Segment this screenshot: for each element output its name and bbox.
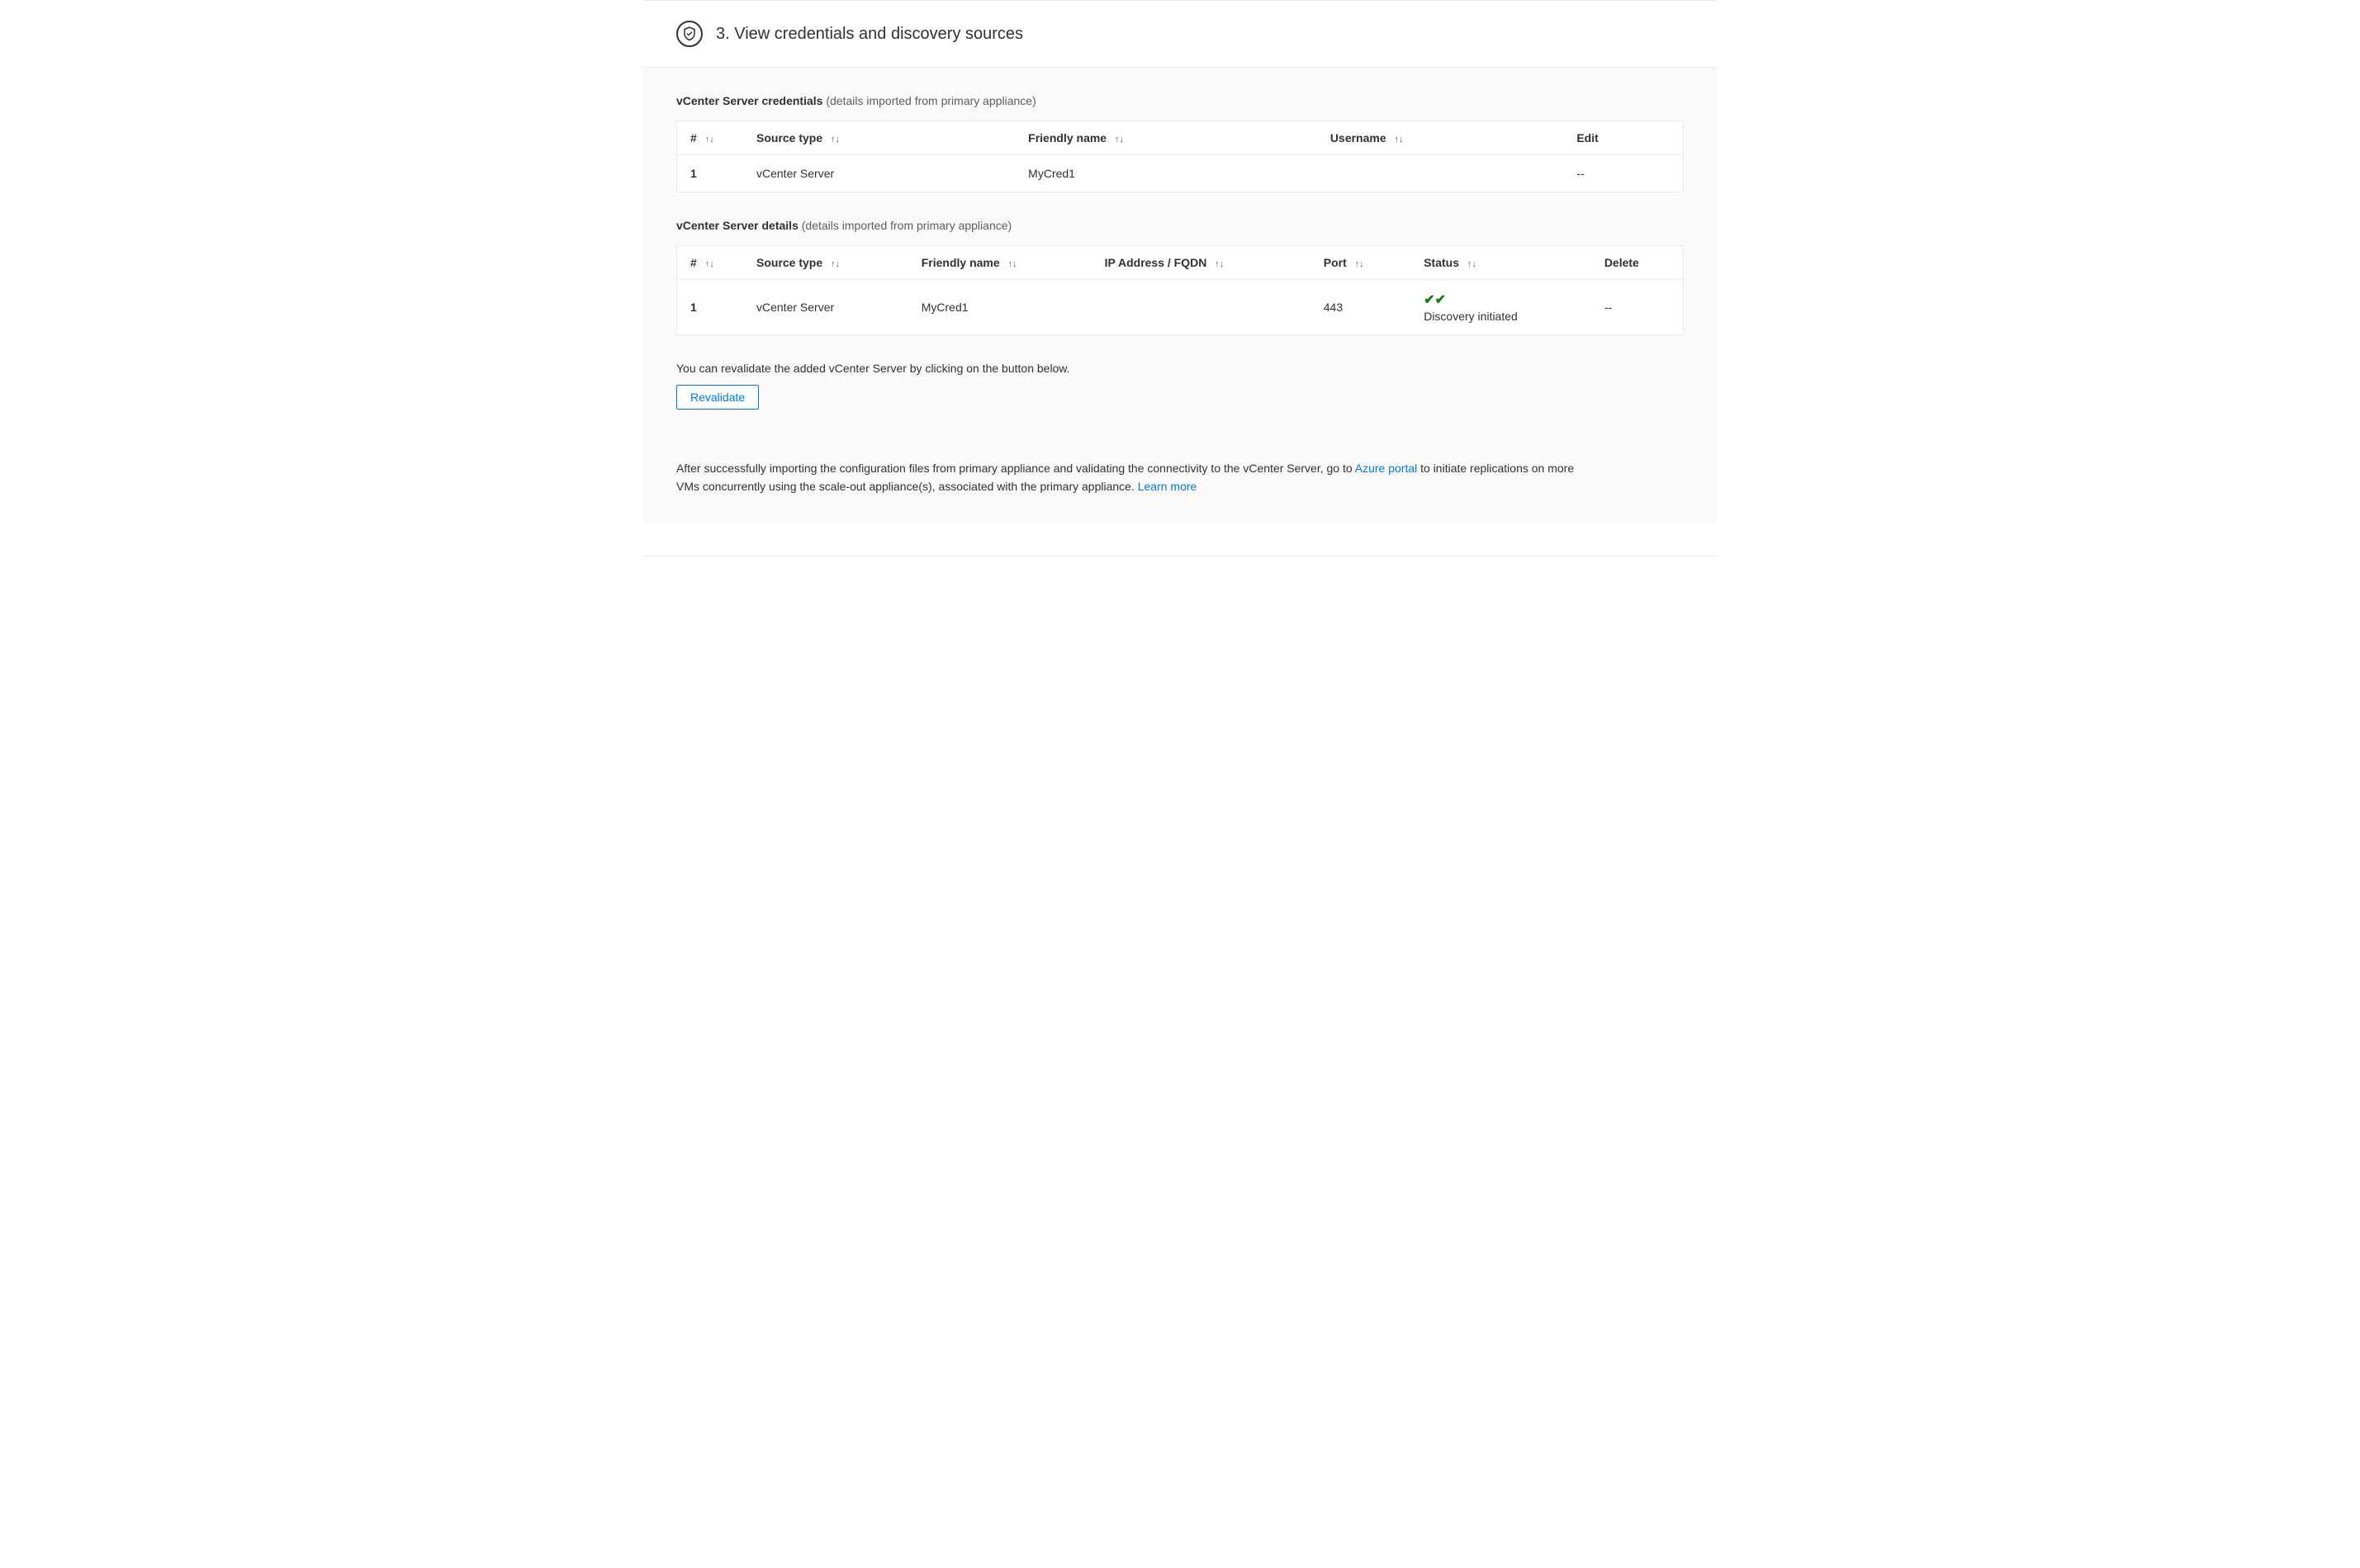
sort-icon-username-creds[interactable]: ↑↓ — [1395, 135, 1404, 144]
page-title: 3. View credentials and discovery source… — [716, 25, 1023, 44]
details-row-delete: -- — [1591, 280, 1683, 335]
credentials-label-note: (details imported from primary appliance… — [826, 94, 1035, 107]
details-col-source-type[interactable]: Source type ↑↓ — [743, 246, 908, 280]
shield-icon — [676, 21, 703, 47]
credentials-col-edit: Edit — [1563, 121, 1683, 155]
sort-icon-port-details[interactable]: ↑↓ — [1355, 259, 1364, 269]
credentials-row-friendly-name: MyCred1 — [1015, 155, 1317, 192]
details-section-label: vCenter Server details (details imported… — [676, 219, 1684, 232]
details-label-bold: vCenter Server details — [676, 219, 799, 232]
credentials-table-header-row: # ↑↓ Source type ↑↓ Friendly name ↑↓ — [677, 121, 1683, 155]
details-row-port: 443 — [1310, 280, 1410, 335]
discovery-check-icon: ✔✔ — [1424, 291, 1578, 308]
credentials-col-source-type[interactable]: Source type ↑↓ — [743, 121, 1015, 155]
azure-portal-link[interactable]: Azure portal — [1355, 462, 1417, 475]
sort-icon-source-details[interactable]: ↑↓ — [831, 259, 840, 269]
sort-icon-status-details[interactable]: ↑↓ — [1467, 259, 1476, 269]
revalidate-button[interactable]: Revalidate — [676, 385, 759, 410]
credentials-col-friendly-name[interactable]: Friendly name ↑↓ — [1015, 121, 1317, 155]
footer-text-before-link1: After successfully importing the configu… — [676, 462, 1355, 475]
details-label-note: (details imported from primary appliance… — [802, 219, 1012, 232]
credentials-table-wrapper: # ↑↓ Source type ↑↓ Friendly name ↑↓ — [676, 121, 1684, 192]
details-col-port[interactable]: Port ↑↓ — [1310, 246, 1410, 280]
footer-text: After successfully importing the configu… — [676, 459, 1585, 496]
details-col-ip[interactable]: IP Address / FQDN ↑↓ — [1092, 246, 1310, 280]
sort-icon-friendly-details[interactable]: ↑↓ — [1008, 259, 1017, 269]
details-col-status[interactable]: Status ↑↓ — [1410, 246, 1591, 280]
credentials-row-num: 1 — [677, 155, 743, 192]
credentials-row-username — [1317, 155, 1563, 192]
credentials-col-num[interactable]: # ↑↓ — [677, 121, 743, 155]
credentials-section-label: vCenter Server credentials (details impo… — [676, 94, 1684, 107]
details-col-delete: Delete — [1591, 246, 1683, 280]
details-row-ip — [1092, 280, 1310, 335]
details-col-friendly-name[interactable]: Friendly name ↑↓ — [908, 246, 1092, 280]
sort-icon-num-creds[interactable]: ↑↓ — [705, 135, 714, 144]
details-row-num: 1 — [677, 280, 743, 335]
sort-icon-ip-details[interactable]: ↑↓ — [1215, 259, 1224, 269]
bottom-divider — [643, 556, 1717, 557]
sort-icon-source-creds[interactable]: ↑↓ — [831, 135, 840, 144]
details-section: vCenter Server details (details imported… — [676, 219, 1684, 335]
status-text: Discovery initiated — [1424, 310, 1578, 323]
credentials-row-edit: -- — [1563, 155, 1683, 192]
details-row-source-type: vCenter Server — [743, 280, 908, 335]
revalidate-info-text: You can revalidate the added vCenter Ser… — [676, 362, 1684, 375]
details-row-friendly-name: MyCred1 — [908, 280, 1092, 335]
details-row-status: ✔✔ Discovery initiated — [1410, 280, 1591, 335]
credentials-label-bold: vCenter Server credentials — [676, 94, 822, 107]
credentials-table-row: 1 vCenter Server MyCred1 -- — [677, 155, 1683, 192]
credentials-row-source-type: vCenter Server — [743, 155, 1015, 192]
credentials-col-username[interactable]: Username ↑↓ — [1317, 121, 1563, 155]
sort-icon-friendly-creds[interactable]: ↑↓ — [1115, 135, 1124, 144]
details-table-wrapper: # ↑↓ Source type ↑↓ Friendly name ↑↓ — [676, 245, 1684, 335]
content-area: vCenter Server credentials (details impo… — [643, 68, 1717, 523]
details-table-header-row: # ↑↓ Source type ↑↓ Friendly name ↑↓ — [677, 246, 1683, 280]
revalidate-section: You can revalidate the added vCenter Ser… — [676, 362, 1684, 433]
learn-more-link[interactable]: Learn more — [1138, 480, 1197, 493]
page-header: 3. View credentials and discovery source… — [643, 1, 1717, 68]
page-container: 3. View credentials and discovery source… — [643, 0, 1717, 557]
credentials-table: # ↑↓ Source type ↑↓ Friendly name ↑↓ — [677, 121, 1683, 192]
sort-icon-num-details[interactable]: ↑↓ — [705, 259, 714, 269]
details-table-row: 1 vCenter Server MyCred1 443 ✔✔ Discover… — [677, 280, 1683, 335]
credentials-section: vCenter Server credentials (details impo… — [676, 94, 1684, 192]
details-col-num[interactable]: # ↑↓ — [677, 246, 743, 280]
status-cell: ✔✔ Discovery initiated — [1424, 291, 1578, 323]
details-table: # ↑↓ Source type ↑↓ Friendly name ↑↓ — [677, 246, 1683, 334]
